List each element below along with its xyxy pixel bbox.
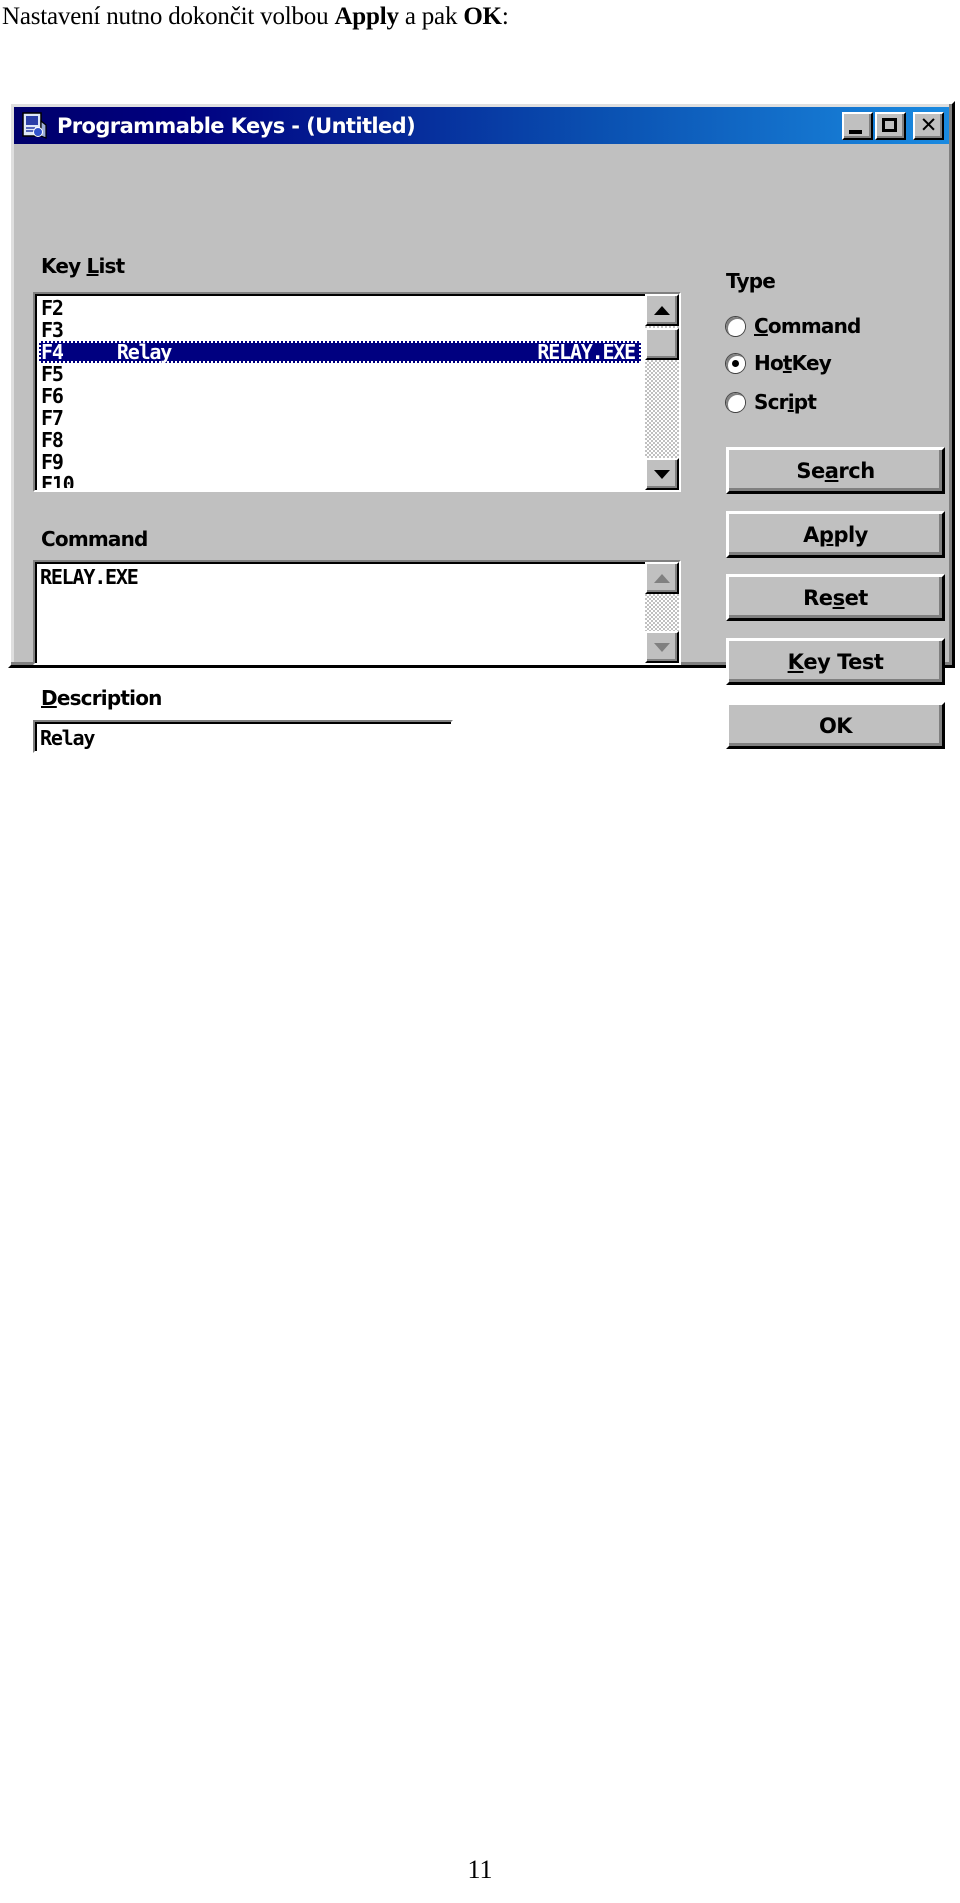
radio-hotkey[interactable]: HotKey xyxy=(726,351,832,375)
heading-text-suffix: : xyxy=(501,3,509,30)
reset-button[interactable]: Re s et xyxy=(726,574,945,621)
reset-button-pre: Re xyxy=(803,585,833,610)
close-icon: ✕ xyxy=(919,113,938,137)
list-item-command: RELAY.EXE xyxy=(537,340,636,364)
maximize-icon xyxy=(882,117,897,132)
radio-label-hotkey: HotKey xyxy=(754,351,832,375)
maximize-button[interactable] xyxy=(875,111,906,140)
key-list-rows: F2 F3 F4 Relay RELAY.EXE F5 F6 F7 F8 F9 … xyxy=(39,297,641,488)
heading-ok-emphasis: OK xyxy=(463,3,502,30)
type-group-label: Type xyxy=(726,269,776,293)
list-item[interactable]: F9 xyxy=(39,451,641,473)
radio-accel-hotkey: t xyxy=(782,351,793,375)
radio-button-hotkey[interactable] xyxy=(726,353,745,373)
scrollbar-thumb[interactable] xyxy=(645,328,679,360)
radio-text-script: pt xyxy=(793,390,817,414)
apply-button-accel: p xyxy=(818,522,834,547)
close-button[interactable]: ✕ xyxy=(913,111,944,140)
search-button[interactable]: Se a rch xyxy=(726,447,945,494)
command-scroll-up-button[interactable] xyxy=(645,562,679,594)
list-item[interactable]: F2 xyxy=(39,297,641,319)
apply-button-pre: A xyxy=(803,522,819,547)
radio-button-script[interactable] xyxy=(726,392,745,412)
key-list-label-pre: Key xyxy=(41,254,87,278)
radio-label-command: Command xyxy=(754,314,861,338)
window-title: Programmable Keys - (Untitled) xyxy=(57,113,416,138)
search-button-post: rch xyxy=(838,458,875,483)
radio-button-command[interactable] xyxy=(726,316,745,336)
chevron-up-icon xyxy=(654,305,670,315)
command-scroll-down-button[interactable] xyxy=(645,631,679,663)
description-label-accel: D xyxy=(41,686,58,710)
radio-command[interactable]: Command xyxy=(726,314,861,338)
key-test-button[interactable]: Key Test xyxy=(726,638,945,685)
radio-label-script: Script xyxy=(754,390,817,414)
radio-selected-dot xyxy=(732,359,739,367)
key-list-scrollbar[interactable] xyxy=(645,294,679,490)
scroll-up-button[interactable] xyxy=(645,294,679,326)
title-bar[interactable]: Programmable Keys - (Untitled) ✕ xyxy=(14,107,949,144)
list-item[interactable]: F5 xyxy=(39,363,641,385)
key-list-box[interactable]: F2 F3 F4 Relay RELAY.EXE F5 F6 F7 F8 F9 … xyxy=(33,292,681,492)
minimize-button[interactable] xyxy=(842,111,873,140)
command-value: RELAY.EXE xyxy=(40,565,139,589)
description-value: Relay xyxy=(40,726,95,750)
radio-text-command: ommand xyxy=(767,314,861,338)
key-list-label-accel: L xyxy=(86,254,100,278)
page-heading: Nastavení nutno dokončit volbou Apply a … xyxy=(2,1,952,33)
key-list-label-post: ist xyxy=(98,254,125,278)
radio-script[interactable]: Script xyxy=(726,390,817,414)
scroll-down-button[interactable] xyxy=(645,458,679,490)
list-item-key-and-description: F4 Relay xyxy=(41,340,172,364)
heading-text-middle: a pak xyxy=(398,3,464,30)
command-label: Command xyxy=(41,527,148,551)
description-input[interactable]: Relay xyxy=(33,720,453,753)
list-item[interactable]: F8 xyxy=(39,429,641,451)
apply-button[interactable]: Ap ply xyxy=(726,511,945,558)
key-test-button-accel: K xyxy=(787,649,804,674)
description-label: Description xyxy=(41,686,162,710)
command-label-text: Command xyxy=(41,527,148,551)
reset-button-accel: s xyxy=(832,585,846,610)
list-item[interactable]: F7 xyxy=(39,407,641,429)
ok-button[interactable]: OK xyxy=(726,702,945,749)
heading-apply-emphasis: Apply xyxy=(334,3,399,30)
description-label-post: escription xyxy=(56,686,163,710)
heading-text-prefix: Nastavení nutno dokončit volbou xyxy=(2,3,335,30)
ok-button-label: OK xyxy=(818,713,853,738)
chevron-up-icon xyxy=(654,573,670,583)
list-item[interactable]: F3 xyxy=(39,319,641,341)
radio-pre-script: Scr xyxy=(754,390,789,414)
search-button-pre: Se xyxy=(796,458,825,483)
programmable-keys-dialog: Programmable Keys - (Untitled) ✕ Key Lis… xyxy=(8,101,955,753)
list-item-selected[interactable]: F4 Relay RELAY.EXE xyxy=(39,341,641,363)
key-test-button-post: ey Test xyxy=(803,649,884,674)
minimize-icon xyxy=(849,129,862,134)
command-scrollbar[interactable] xyxy=(645,562,679,663)
window-controls: ✕ xyxy=(842,111,946,140)
command-textarea[interactable]: RELAY.EXE xyxy=(33,560,681,665)
list-item[interactable]: F10 xyxy=(39,473,641,488)
search-button-accel: a xyxy=(824,458,839,483)
list-item[interactable]: F6 xyxy=(39,385,641,407)
key-list-label: Key List xyxy=(41,254,125,278)
radio-text-hotkey: Key xyxy=(791,351,832,375)
program-keys-icon xyxy=(20,111,49,140)
apply-button-post: ply xyxy=(833,522,868,547)
reset-button-post: et xyxy=(844,585,869,610)
radio-pre-hotkey: Ho xyxy=(754,351,784,375)
page-number: 11 xyxy=(467,1855,493,1884)
chevron-down-icon xyxy=(654,642,670,652)
chevron-down-icon xyxy=(654,469,670,479)
radio-accel-command: C xyxy=(754,314,769,338)
